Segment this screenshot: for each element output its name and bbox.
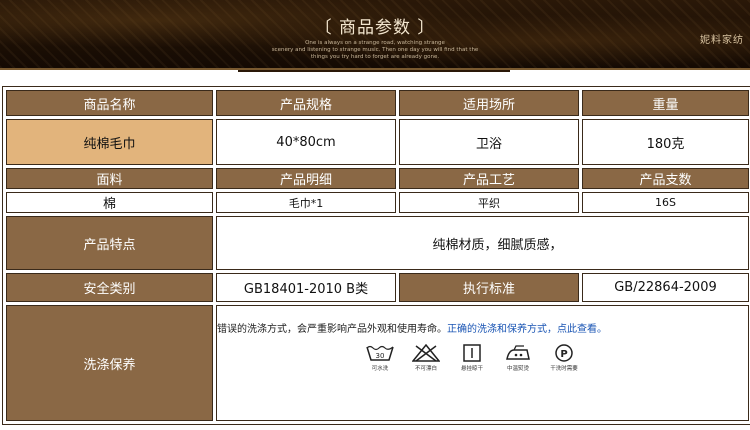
header-detail: 产品明细 <box>216 168 396 189</box>
value-yarn-count: 16S <box>582 192 749 213</box>
value-product-name: 纯棉毛巾 <box>6 119 213 165</box>
value-weight: 180克 <box>582 119 749 165</box>
care-icon-item: 30 可水洗 <box>363 344 397 372</box>
header-weight: 重量 <box>582 90 749 116</box>
banner-subtitle: One is always on a strange road, watchin… <box>0 40 750 61</box>
value-detail: 毛巾*1 <box>216 192 396 213</box>
wash-temp: 30 <box>376 352 385 360</box>
care-icon-label: 不可漂白 <box>414 366 437 372</box>
care-guide-link[interactable]: 正确的洗涤和保养方式，点此查看。 <box>447 324 607 335</box>
banner-subtitle-line1: One is always on a strange road, watchin… <box>305 40 445 46</box>
table-row: 面料 产品明细 产品工艺 产品支数 <box>6 168 749 189</box>
dry-clean-letter: P <box>560 349 567 360</box>
label-standard: 执行标准 <box>399 273 579 302</box>
value-craft: 平织 <box>399 192 579 213</box>
banner-divider <box>238 70 510 72</box>
table-row: 安全类别 GB18401-2010 B类 执行标准 GB/22864-2009 <box>6 273 749 302</box>
header-product-name: 商品名称 <box>6 90 213 116</box>
label-care: 洗涤保养 <box>6 305 213 421</box>
table-row: 纯棉毛巾 40*80cm 卫浴 180克 <box>6 119 749 165</box>
header-fabric: 面料 <box>6 168 213 189</box>
value-safety: GB18401-2010 B类 <box>216 273 396 302</box>
wash-30-icon: 30 <box>366 345 394 361</box>
care-icon-item: P 干洗时需要 <box>547 344 581 372</box>
care-icon-label: 中温熨烫 <box>506 366 529 372</box>
header-spec: 产品规格 <box>216 90 396 116</box>
banner-subtitle-line2: scenery and listening to strange music. … <box>271 47 479 53</box>
care-content: 错误的洗涤方式，会严重影响产品外观和使用寿命。正确的洗涤和保养方式，点此查看。 … <box>216 305 749 421</box>
table-row: 产品特点 纯棉材质，细腻质感， <box>6 216 749 270</box>
care-icon-label: 悬挂晾干 <box>460 366 483 372</box>
iron-medium-icon <box>506 345 530 360</box>
header-use-place: 适用场所 <box>399 90 579 116</box>
hang-dry-icon <box>463 344 481 362</box>
care-warning: 错误的洗涤方式，会严重影响产品外观和使用寿命。 <box>217 324 447 335</box>
care-icon-label: 可水洗 <box>371 366 389 372</box>
banner-subtitle-line3: things you try hard to forget are alread… <box>310 54 440 60</box>
care-icon-item: 悬挂晾干 <box>455 344 489 372</box>
header-banner: 〔 商品参数 〕 One is always on a strange road… <box>0 0 750 70</box>
header-craft: 产品工艺 <box>399 168 579 189</box>
value-fabric: 棉 <box>6 192 213 213</box>
care-text: 错误的洗涤方式，会严重影响产品外观和使用寿命。正确的洗涤和保养方式，点此查看。 <box>217 320 607 335</box>
no-bleach-icon <box>412 344 440 362</box>
care-icon-item: 中温熨烫 <box>501 344 535 372</box>
value-use-place: 卫浴 <box>399 119 579 165</box>
value-features: 纯棉材质，细腻质感， <box>216 216 749 270</box>
care-icon-item: 不可漂白 <box>409 344 443 372</box>
care-icon-label: 干洗时需要 <box>550 366 578 372</box>
value-standard: GB/22864-2009 <box>582 273 749 302</box>
value-spec: 40*80cm <box>216 119 396 165</box>
dry-clean-icon: P <box>555 344 573 362</box>
banner-title: 〔 商品参数 〕 <box>314 18 436 38</box>
label-features: 产品特点 <box>6 216 213 270</box>
brand-logo-text: 妮料家纺 <box>700 35 744 46</box>
spec-table: 商品名称 产品规格 适用场所 重量 纯棉毛巾 40*80cm 卫浴 180克 面… <box>2 86 750 425</box>
label-safety: 安全类别 <box>6 273 213 302</box>
header-yarn-count: 产品支数 <box>582 168 749 189</box>
table-row: 商品名称 产品规格 适用场所 重量 <box>6 90 749 116</box>
care-icons: 30 可水洗 不可漂白 悬挂晾干 中温熨烫 P 干洗时需要 <box>363 344 581 372</box>
table-row: 洗涤保养 错误的洗涤方式，会严重影响产品外观和使用寿命。正确的洗涤和保养方式，点… <box>6 305 749 421</box>
table-row: 棉 毛巾*1 平织 16S <box>6 192 749 213</box>
